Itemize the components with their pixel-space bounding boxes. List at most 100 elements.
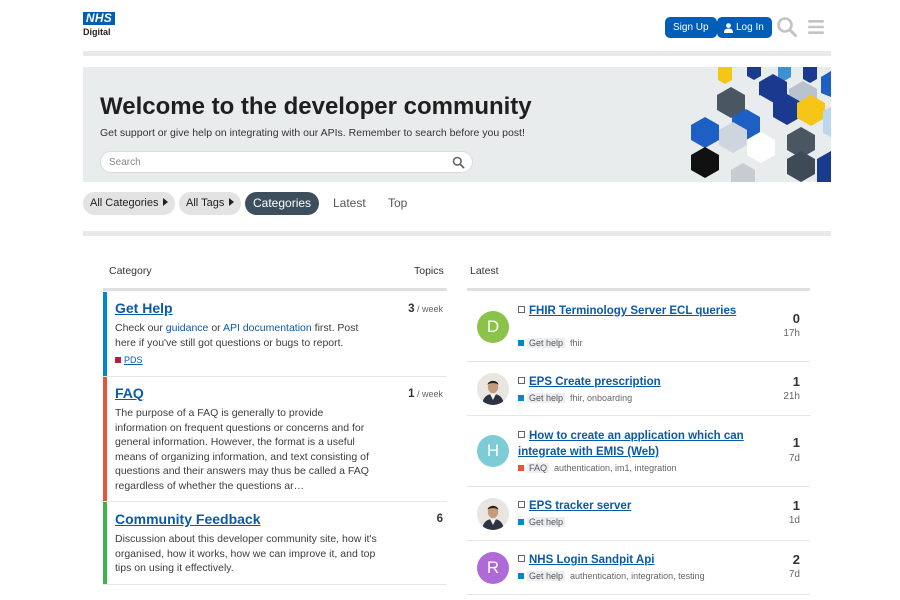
log-in-button[interactable]: Log In	[717, 17, 772, 38]
all-tags-dropdown[interactable]: All Tags	[179, 192, 242, 215]
category-color-square	[518, 465, 524, 471]
nav-divider	[83, 231, 831, 236]
topic-category-badge[interactable]: FAQ	[527, 463, 550, 473]
welcome-banner: Welcome to the developer community Get s…	[83, 67, 831, 182]
user-icon	[724, 22, 733, 33]
hexagon-cube-graphic	[691, 67, 831, 182]
topic-row[interactable]: EPS Create prescription Get help fhir, o…	[467, 362, 810, 416]
guidance-link[interactable]: guidance	[166, 322, 209, 334]
topics-column-header: Topics	[414, 265, 444, 277]
topic-category-badge[interactable]: Get help	[527, 571, 566, 581]
topic-row[interactable]: D FHIR Terminology Server ECL queries Ge…	[467, 292, 810, 362]
all-categories-dropdown[interactable]: All Categories	[83, 192, 176, 215]
search-icon[interactable]	[452, 156, 465, 169]
topic-title[interactable]: EPS tracker server	[518, 498, 748, 514]
topic-title[interactable]: EPS Create prescription	[518, 374, 748, 390]
tab-latest[interactable]: Latest	[333, 192, 366, 215]
checkbox-icon	[518, 431, 525, 438]
avatar[interactable]	[477, 498, 509, 530]
caret-right-icon	[229, 198, 235, 206]
topic-count: 6	[437, 513, 443, 525]
user-photo-icon	[477, 373, 509, 405]
hamburger-menu-icon[interactable]	[805, 16, 827, 38]
topic-row[interactable]: H How to create an application which can…	[467, 416, 810, 487]
category-row-community-feedback[interactable]: Community Feedback Discussion about this…	[103, 502, 447, 585]
activity-age[interactable]: 17h	[783, 328, 800, 339]
topic-meta: Get help authentication, integration, te…	[518, 571, 705, 581]
checkbox-icon	[518, 306, 525, 313]
category-row-faq[interactable]: FAQ The purpose of a FAQ is generally to…	[103, 377, 447, 502]
log-in-label: Log In	[736, 22, 764, 33]
category-row-get-help[interactable]: Get Help Check our guidance or API docum…	[103, 292, 447, 377]
topic-row[interactable]: R NHS Login Sandpit Api Get help authent…	[467, 541, 810, 595]
avatar[interactable]: H	[477, 435, 509, 467]
header-divider	[83, 51, 831, 56]
latest-column-header: Latest	[470, 265, 499, 277]
api-documentation-link[interactable]: API documentation	[223, 322, 312, 334]
category-description: Check our guidance or API documentation …	[115, 321, 377, 350]
activity-age[interactable]: 1d	[789, 515, 800, 526]
category-title[interactable]: Get Help	[115, 300, 173, 316]
logo-digital-text: Digital	[83, 27, 111, 37]
topic-tags[interactable]: fhir	[570, 338, 583, 348]
banner-search-box	[100, 151, 473, 173]
sign-up-button[interactable]: Sign Up	[665, 17, 717, 38]
count-period: / week	[414, 389, 443, 399]
all-categories-label: All Categories	[90, 197, 159, 209]
category-color-square	[518, 573, 524, 579]
search-icon[interactable]	[776, 16, 798, 38]
subcategory-link[interactable]: PDS	[115, 355, 143, 365]
category-description: The purpose of a FAQ is generally to pro…	[115, 407, 369, 492]
tab-top[interactable]: Top	[388, 192, 407, 215]
topic-title[interactable]: NHS Login Sandpit Api	[518, 552, 748, 568]
checkbox-icon	[518, 377, 525, 384]
all-tags-label: All Tags	[186, 197, 225, 209]
category-title[interactable]: Community Feedback	[115, 511, 260, 527]
banner-subtitle: Get support or give help on integrating …	[100, 127, 525, 139]
topic-category-badge[interactable]: Get help	[527, 393, 566, 403]
category-title[interactable]: FAQ	[115, 385, 144, 401]
topic-meta: Get help fhir, onboarding	[518, 393, 632, 403]
avatar[interactable]: D	[477, 311, 509, 343]
activity-age[interactable]: 7d	[789, 453, 800, 464]
topic-row[interactable]: EPS tracker server Get help 1 1d	[467, 487, 810, 541]
topic-category-badge[interactable]: Get help	[527, 338, 566, 348]
category-color-square	[518, 395, 524, 401]
category-column-header: Category	[109, 265, 152, 277]
topic-tags[interactable]: fhir, onboarding	[570, 393, 632, 403]
category-header-divider	[103, 288, 447, 291]
category-navigation: All Categories All Tags Categories Lates…	[83, 192, 831, 215]
category-color-bar	[103, 292, 107, 376]
tab-categories[interactable]: Categories	[245, 192, 320, 215]
topic-meta: Get help	[518, 517, 570, 527]
topic-tags[interactable]: authentication, integration, testing	[570, 571, 705, 581]
site-header: NHS Digital Sign Up Log In	[83, 12, 831, 42]
banner-title: Welcome to the developer community	[100, 93, 532, 120]
avatar[interactable]	[477, 373, 509, 405]
category-color-bar	[103, 377, 107, 501]
topic-tags[interactable]: authentication, im1, integration	[554, 463, 677, 473]
topic-title-text: How to create an application which can i…	[518, 430, 744, 458]
topic-count: 1 / week	[408, 388, 443, 400]
activity-age[interactable]: 21h	[783, 391, 800, 402]
count-value: 6	[436, 513, 443, 525]
description-text: or	[208, 322, 223, 334]
category-color-square	[518, 519, 524, 525]
topic-category-badge[interactable]: Get help	[527, 517, 566, 527]
activity-age[interactable]: 7d	[789, 569, 800, 580]
topic-title[interactable]: How to create an application which can i…	[518, 428, 748, 460]
reply-count: 1	[792, 374, 800, 389]
description-text: Check our	[115, 322, 166, 334]
search-input[interactable]	[109, 155, 439, 170]
subcategory-color-square	[115, 357, 121, 363]
nhs-digital-logo[interactable]: NHS Digital	[83, 12, 119, 40]
reply-count: 1	[792, 498, 800, 513]
latest-header-divider	[467, 288, 810, 291]
topic-title-text: NHS Login Sandpit Api	[529, 554, 655, 566]
reply-count: 0	[792, 311, 800, 326]
topic-title[interactable]: FHIR Terminology Server ECL queries	[518, 303, 748, 319]
count-period: / week	[414, 304, 443, 314]
avatar[interactable]: R	[477, 552, 509, 584]
topic-title-text: EPS tracker server	[529, 500, 632, 512]
category-color-bar	[103, 502, 107, 584]
